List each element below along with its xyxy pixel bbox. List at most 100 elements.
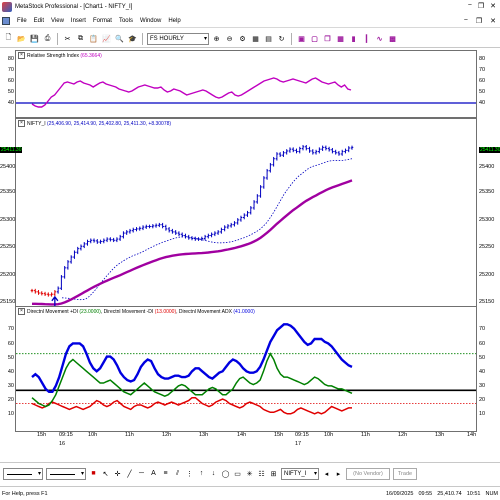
menu-insert[interactable]: Insert <box>71 18 86 24</box>
next-symbol-icon[interactable]: ▸ <box>334 469 343 478</box>
zoom-box-icon[interactable]: ⊞ <box>269 469 278 478</box>
menu-tools[interactable]: Tools <box>119 18 133 24</box>
bar-chart-icon[interactable]: ▮ <box>348 33 359 44</box>
vendor-field[interactable]: (No Vendor) <box>346 467 390 480</box>
arrow-up-icon[interactable]: ↑ <box>197 469 206 478</box>
dmi-pane[interactable]: × Directnl Movement +DI (23.0000), Direc… <box>15 306 477 432</box>
cascade-icon[interactable]: ❐ <box>322 33 333 44</box>
window-icon[interactable]: ▢ <box>309 33 320 44</box>
horizontal-line-icon[interactable]: ─ <box>137 469 146 478</box>
dmi-tick: 10 <box>7 411 14 417</box>
last-price-tag: 25411.30 <box>0 147 23 153</box>
cycle-icon[interactable]: ⋮ <box>185 469 194 478</box>
document-icon[interactable] <box>2 16 10 25</box>
menu-window[interactable]: Window <box>140 18 161 24</box>
dmi-tick: 20 <box>7 397 14 403</box>
price-tick: 25350 <box>0 189 16 195</box>
cut-icon[interactable]: ✂ <box>62 33 73 44</box>
symbol-input-value: NIFTY_I <box>284 470 307 477</box>
chevron-down-icon: ▾ <box>203 36 207 42</box>
toolbar-separator <box>291 32 292 45</box>
candle-icon[interactable]: ┃ <box>361 33 372 44</box>
rsi-pane[interactable]: × Relative Strength Index (65.3664) <box>15 50 477 118</box>
minus-di-line <box>31 396 352 415</box>
dmi-chart <box>16 323 476 415</box>
refresh-icon[interactable]: ↻ <box>276 33 287 44</box>
rsi-chart <box>16 77 476 108</box>
fibonacci-icon[interactable]: ≡ <box>161 469 170 478</box>
open-icon[interactable]: 📂 <box>16 33 27 44</box>
menu-bar: File Edit View Insert Format Tools Windo… <box>0 14 500 28</box>
line-style-dropdown[interactable]: ▾ <box>3 467 43 480</box>
template-icon[interactable]: ▦ <box>250 33 261 44</box>
time-tick: 12h <box>162 432 172 438</box>
long-moving-average <box>32 179 353 306</box>
menu-format[interactable]: Format <box>93 18 112 24</box>
previous-symbol-icon[interactable]: ◂ <box>322 469 331 478</box>
grid-icon[interactable]: ▦ <box>335 33 346 44</box>
chart-icon[interactable]: 📈 <box>101 33 112 44</box>
crosshair-icon[interactable]: ✛ <box>113 469 122 478</box>
symbol-input[interactable]: NIFTY_I ▾ <box>281 467 319 480</box>
arrow-down-icon[interactable]: ↓ <box>209 469 218 478</box>
rsi-tick: 70 <box>479 67 486 73</box>
time-tick: 14h <box>467 432 477 438</box>
menu-view[interactable]: View <box>51 18 64 24</box>
dmi-tick: 70 <box>7 326 14 332</box>
restore-button[interactable]: ❐ <box>478 2 484 10</box>
close-button[interactable]: ✕ <box>490 2 496 10</box>
trade-button[interactable]: Trade <box>393 467 417 480</box>
line-chart-icon[interactable]: ∿ <box>374 33 385 44</box>
toolbar-separator <box>57 32 58 45</box>
channel-icon[interactable]: ⫽ <box>173 469 182 478</box>
trendline-icon[interactable]: ╱ <box>125 469 134 478</box>
child-restore-button[interactable]: ❐ <box>476 17 482 25</box>
explorer-icon[interactable]: 🔍 <box>114 33 125 44</box>
paste-icon[interactable]: 📋 <box>88 33 99 44</box>
rsi-tick: 50 <box>7 89 14 95</box>
rectangle-icon[interactable]: ▭ <box>233 469 242 478</box>
day-label: 16 <box>59 441 66 447</box>
indicator-icon[interactable]: ⚙ <box>237 33 248 44</box>
copy-icon[interactable]: ⧉ <box>75 33 86 44</box>
child-close-button[interactable]: ✕ <box>490 17 496 25</box>
save-icon[interactable]: 💾 <box>29 33 40 44</box>
tile-icon[interactable]: ▣ <box>296 33 307 44</box>
price-tick: 25350 <box>479 189 495 195</box>
print-icon[interactable]: ⎙ <box>42 33 53 44</box>
text-icon[interactable]: A <box>149 469 158 478</box>
menu-edit[interactable]: Edit <box>34 18 44 24</box>
color-icon[interactable]: ■ <box>89 469 98 478</box>
minimize-button[interactable]: − <box>468 2 472 10</box>
ellipse-icon[interactable]: ◯ <box>221 469 230 478</box>
layout-icon[interactable]: ▤ <box>263 33 274 44</box>
dmi-tick: 30 <box>7 383 14 389</box>
zoom-in-icon[interactable]: ⊕ <box>211 33 222 44</box>
rsi-tick: 40 <box>479 100 486 106</box>
status-bar: For Help, press F1 16/09/2025 09:55 25,4… <box>0 486 500 500</box>
pointer-icon[interactable]: ↖ <box>101 469 110 478</box>
new-icon[interactable]: 🗋 <box>3 33 14 44</box>
periodicity-dropdown[interactable]: FS HOURLY ▾ <box>147 32 209 45</box>
expert-ribbon-icon[interactable]: ☷ <box>257 469 266 478</box>
dmi-tick: 40 <box>479 369 486 375</box>
fill-icon[interactable]: ▩ <box>387 33 398 44</box>
zoom-out-icon[interactable]: ⊖ <box>224 33 235 44</box>
rsi-tick: 50 <box>479 89 486 95</box>
rsi-tick: 60 <box>479 78 486 84</box>
price-tick: 25200 <box>479 272 495 278</box>
expert-icon[interactable]: 🎓 <box>127 33 138 44</box>
price-pane[interactable]: × NIFTY_I (25,406.90, 25,414.90, 25,402.… <box>15 118 477 324</box>
child-minimize-button[interactable]: − <box>464 17 468 25</box>
menu-help[interactable]: Help <box>168 18 180 24</box>
time-tick: 13h <box>435 432 445 438</box>
gann-icon[interactable]: ✳ <box>245 469 254 478</box>
rsi-tick: 80 <box>479 56 486 62</box>
menu-file[interactable]: File <box>17 18 27 24</box>
main-toolbar: 🗋 📂 💾 ⎙ ✂ ⧉ 📋 📈 🔍 🎓 FS HOURLY ▾ ⊕ ⊖ ⚙ ▦ … <box>0 30 500 48</box>
time-tick: 13h <box>199 432 209 438</box>
dmi-tick: 50 <box>7 355 14 361</box>
rsi-tick: 80 <box>7 56 14 62</box>
time-tick: 10h <box>324 432 334 438</box>
line-weight-dropdown[interactable]: ▾ <box>46 467 86 480</box>
